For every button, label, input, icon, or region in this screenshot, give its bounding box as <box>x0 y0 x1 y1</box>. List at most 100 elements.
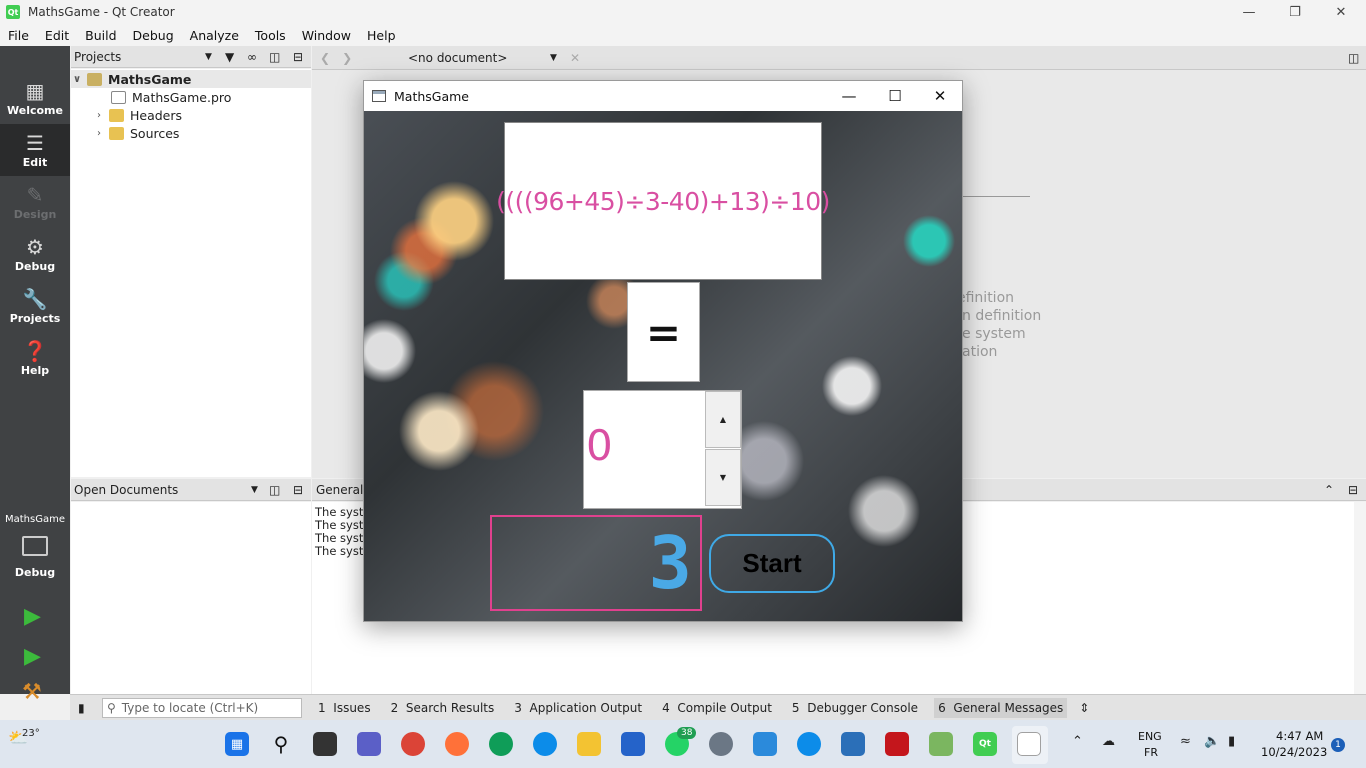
qt-creator-icon[interactable]: Qt <box>973 732 997 756</box>
close-document-icon[interactable]: ✕ <box>570 51 580 65</box>
wifi-icon[interactable]: ≈ <box>1180 734 1191 749</box>
edge-icon[interactable] <box>533 732 557 756</box>
task-view-icon[interactable] <box>313 732 337 756</box>
menu-analyze[interactable]: Analyze <box>182 28 247 43</box>
build-hammer-icon[interactable]: ⚒ <box>22 680 42 705</box>
tree-node-sources[interactable]: › Sources <box>93 124 179 142</box>
chrome-icon[interactable] <box>401 732 425 756</box>
clock-time[interactable]: 4:47 AM <box>1276 729 1323 743</box>
chat-icon[interactable] <box>357 732 381 756</box>
pro-file-icon <box>111 90 126 104</box>
mode-edit[interactable]: ☰ Edit <box>0 124 70 176</box>
up-down-arrow-icon[interactable]: ⇕ <box>1079 701 1089 715</box>
editor-divider <box>962 196 1030 197</box>
filter-icon[interactable]: ▼ <box>225 50 234 64</box>
tab-debugger-console[interactable]: 5 Debugger Console <box>788 698 922 718</box>
firefox-icon[interactable] <box>445 732 469 756</box>
menu-file[interactable]: File <box>0 28 37 43</box>
mode-help[interactable]: ❓ Help <box>0 332 70 384</box>
debug-run-icon[interactable]: ▶ <box>24 644 41 669</box>
tab-issues[interactable]: 1 Issues <box>314 698 375 718</box>
mode-debug[interactable]: ⚙ Debug <box>0 228 70 280</box>
tree-node-pro-file[interactable]: MathsGame.pro <box>111 88 231 106</box>
chevron-down-icon[interactable]: ▼ <box>251 485 258 495</box>
document-selector[interactable]: <no document> <box>408 51 507 65</box>
chevron-right-icon[interactable]: › <box>93 110 105 121</box>
menu-tools[interactable]: Tools <box>247 28 294 43</box>
link-icon[interactable]: ∞ <box>247 50 257 64</box>
language-label[interactable]: ENG <box>1138 730 1162 743</box>
chevron-down-icon[interactable]: ▼ <box>550 53 557 63</box>
menu-window[interactable]: Window <box>294 28 359 43</box>
messages-scrollbar[interactable] <box>1354 502 1366 694</box>
edge-beta-icon[interactable] <box>797 732 821 756</box>
close-button[interactable]: ✕ <box>1318 0 1364 24</box>
window-title: MathsGame - Qt Creator <box>28 5 175 19</box>
chevron-up-icon[interactable]: ⌃ <box>1072 734 1083 749</box>
tab-compile-output[interactable]: 4 Compile Output <box>658 698 776 718</box>
answer-spinbox[interactable]: 0 ▲ ▼ <box>583 390 742 509</box>
split-editor-icon[interactable]: ◫ <box>1348 51 1359 65</box>
ghost-text: ation <box>962 344 998 360</box>
maximize-panel-icon[interactable]: ⌃ <box>1324 483 1334 497</box>
mode-welcome[interactable]: ▦ Welcome <box>0 72 70 124</box>
run-icon[interactable]: ▶ <box>24 604 41 629</box>
monitor-icon[interactable] <box>22 536 48 556</box>
notification-badge[interactable]: 1 <box>1331 738 1345 752</box>
cloud-icon[interactable]: ☁ <box>1102 734 1115 749</box>
split-icon[interactable]: ◫ <box>269 483 280 497</box>
tree-node-mathsgame[interactable]: ∨ MathsGame <box>71 70 311 88</box>
start-icon[interactable]: ▦ <box>225 732 249 756</box>
maps-icon[interactable] <box>929 732 953 756</box>
minimize-button[interactable]: — <box>826 81 872 111</box>
locator-input[interactable]: ⚲ Type to locate (Ctrl+K) <box>102 697 302 718</box>
maximize-button[interactable]: ☐ <box>872 81 918 111</box>
mode-label: Welcome <box>7 103 63 117</box>
lcd-value: 3 <box>648 521 692 605</box>
spin-up-button[interactable]: ▲ <box>705 391 741 448</box>
weather-temp: 23° <box>22 728 40 739</box>
menu-build[interactable]: Build <box>77 28 124 43</box>
tree-node-headers[interactable]: › Headers <box>93 106 182 124</box>
restore-button[interactable]: ❐ <box>1272 0 1318 24</box>
volume-icon[interactable]: 🔈 <box>1204 734 1220 749</box>
chevron-down-icon[interactable]: ▼ <box>205 52 212 62</box>
close-panel-icon[interactable]: ⊟ <box>293 50 303 64</box>
tab-search-results[interactable]: 2 Search Results <box>387 698 499 718</box>
vscode-icon[interactable] <box>753 732 777 756</box>
open-documents-title[interactable]: Open Documents <box>74 483 178 497</box>
chrome-profile-icon[interactable] <box>489 732 513 756</box>
equals-label: = <box>627 282 700 382</box>
acrobat-icon[interactable] <box>885 732 909 756</box>
open-documents-list <box>71 502 311 694</box>
menu-edit[interactable]: Edit <box>37 28 77 43</box>
spin-down-button[interactable]: ▼ <box>705 449 741 506</box>
store-icon[interactable] <box>621 732 645 756</box>
notepad-icon[interactable] <box>841 732 865 756</box>
battery-icon[interactable]: ▮ <box>1228 734 1235 749</box>
sidebar-toggle-icon[interactable]: ▮ <box>78 701 85 715</box>
close-panel-icon[interactable]: ⊟ <box>1348 483 1358 497</box>
mode-design[interactable]: ✎ Design <box>0 176 70 228</box>
forward-arrow-icon[interactable]: ❯ <box>342 51 352 65</box>
chevron-down-icon[interactable]: ∨ <box>71 74 83 85</box>
settings-gear-icon[interactable] <box>709 732 733 756</box>
tab-application-output[interactable]: 3 Application Output <box>510 698 646 718</box>
split-icon[interactable]: ◫ <box>269 50 280 64</box>
back-arrow-icon[interactable]: ❮ <box>320 51 330 65</box>
file-explorer-icon[interactable] <box>577 732 601 756</box>
minimize-button[interactable]: — <box>1226 0 1272 24</box>
close-panel-icon[interactable]: ⊟ <box>293 483 303 497</box>
start-button[interactable]: Start <box>709 534 835 593</box>
clock-date[interactable]: 10/24/2023 <box>1261 745 1327 759</box>
menu-debug[interactable]: Debug <box>125 28 182 43</box>
mode-projects[interactable]: 🔧 Projects <box>0 280 70 332</box>
menu-help[interactable]: Help <box>359 28 404 43</box>
projects-panel-title[interactable]: Projects <box>74 50 121 64</box>
mathsgame-window: MathsGame — ☐ ✕ ((((96+45)÷3-40)+13)÷10)… <box>363 80 963 622</box>
tab-general-messages[interactable]: 6 General Messages <box>934 697 1068 718</box>
answer-value[interactable]: 0 <box>586 421 613 470</box>
close-button[interactable]: ✕ <box>917 81 963 111</box>
search-icon[interactable]: ⚲ <box>269 732 293 756</box>
chevron-right-icon[interactable]: › <box>93 128 105 139</box>
